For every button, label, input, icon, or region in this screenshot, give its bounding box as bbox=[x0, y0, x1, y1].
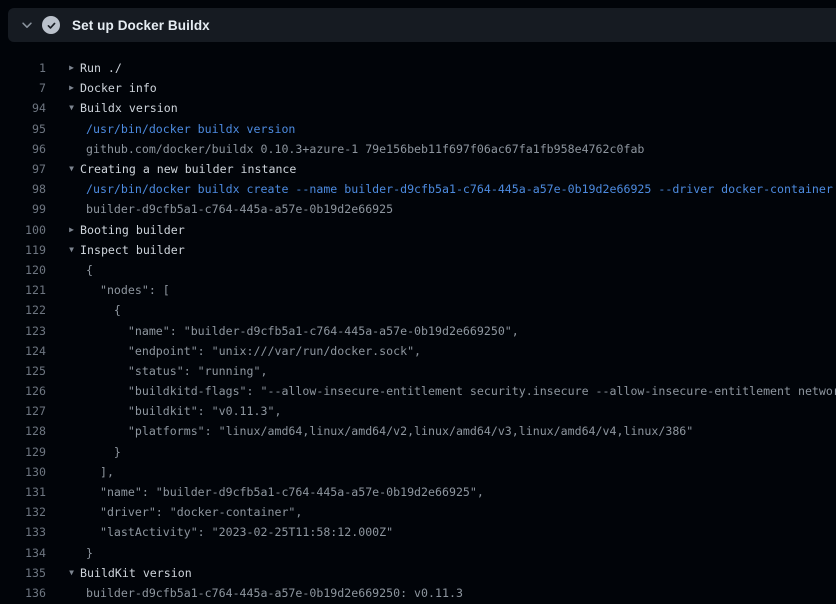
log-line[interactable]: 1 ▶ Run ./ bbox=[0, 58, 836, 78]
log-lines: 1 ▶ Run ./ 7 ▶ Docker info 94 ▼ Buildx v… bbox=[0, 58, 836, 603]
log-text: } bbox=[86, 445, 121, 459]
log-text: Buildx version bbox=[80, 101, 178, 115]
log-text: Booting builder bbox=[80, 223, 185, 237]
log-text: "buildkit": "v0.11.3", bbox=[86, 404, 281, 418]
line-number[interactable]: 130 bbox=[0, 465, 46, 479]
log-text: "name": "builder-d9cfb5a1-c764-445a-a57e… bbox=[86, 324, 519, 338]
log-line[interactable]: 100 ▶ Booting builder bbox=[0, 220, 836, 240]
check-circle-icon bbox=[42, 16, 60, 34]
log-text: github.com/docker/buildx 0.10.3+azure-1 … bbox=[86, 142, 644, 156]
line-number[interactable]: 134 bbox=[0, 546, 46, 560]
line-number[interactable]: 135 bbox=[0, 566, 46, 580]
line-number[interactable]: 127 bbox=[0, 404, 46, 418]
log-line: 123 "name": "builder-d9cfb5a1-c764-445a-… bbox=[0, 320, 836, 340]
line-number[interactable]: 100 bbox=[0, 223, 46, 237]
line-number[interactable]: 126 bbox=[0, 384, 46, 398]
line-number[interactable]: 133 bbox=[0, 525, 46, 539]
log-line: 129 } bbox=[0, 442, 836, 462]
log-line: 133 "lastActivity": "2023-02-25T11:58:12… bbox=[0, 522, 836, 542]
log-line: 130 ], bbox=[0, 462, 836, 482]
log-line[interactable]: 119 ▼ Inspect builder bbox=[0, 240, 836, 260]
log-line[interactable]: 7 ▶ Docker info bbox=[0, 78, 836, 98]
line-number[interactable]: 131 bbox=[0, 485, 46, 499]
log-text: { bbox=[86, 303, 121, 317]
log-text: "name": "builder-d9cfb5a1-c764-445a-a57e… bbox=[86, 485, 484, 499]
log-text: } bbox=[86, 546, 93, 560]
actions-log-panel: Set up Docker Buildx 1 ▶ Run ./ 7 ▶ Dock… bbox=[0, 0, 836, 604]
line-number[interactable]: 120 bbox=[0, 263, 46, 277]
log-text: "lastActivity": "2023-02-25T11:58:12.000… bbox=[86, 525, 393, 539]
log-text: "buildkitd-flags": "--allow-insecure-ent… bbox=[86, 384, 836, 398]
line-number[interactable]: 136 bbox=[0, 586, 46, 600]
log-line[interactable]: 94 ▼ Buildx version bbox=[0, 98, 836, 118]
line-number[interactable]: 119 bbox=[0, 243, 46, 257]
log-line[interactable]: 135 ▼ BuildKit version bbox=[0, 563, 836, 583]
line-number[interactable]: 97 bbox=[0, 162, 46, 176]
collapsed-triangle-icon: ▶ bbox=[46, 220, 80, 240]
expanded-triangle-icon: ▼ bbox=[46, 98, 80, 118]
log-line: 125 "status": "running", bbox=[0, 361, 836, 381]
step-header[interactable]: Set up Docker Buildx bbox=[8, 8, 836, 42]
line-number[interactable]: 99 bbox=[0, 202, 46, 216]
line-number[interactable]: 132 bbox=[0, 505, 46, 519]
log-line: 136 builder-d9cfb5a1-c764-445a-a57e-0b19… bbox=[0, 583, 836, 603]
log-text: /usr/bin/docker buildx create --name bui… bbox=[86, 182, 833, 196]
log-line: 121 "nodes": [ bbox=[0, 280, 836, 300]
log-line: 120 { bbox=[0, 260, 836, 280]
log-text: BuildKit version bbox=[80, 566, 192, 580]
line-number[interactable]: 121 bbox=[0, 283, 46, 297]
line-number[interactable]: 129 bbox=[0, 445, 46, 459]
log-line: 127 "buildkit": "v0.11.3", bbox=[0, 401, 836, 421]
log-line: 128 "platforms": "linux/amd64,linux/amd6… bbox=[0, 421, 836, 441]
step-title: Set up Docker Buildx bbox=[72, 18, 210, 33]
log-text: /usr/bin/docker buildx version bbox=[86, 122, 295, 136]
log-line: 95 /usr/bin/docker buildx version bbox=[0, 119, 836, 139]
log-line: 131 "name": "builder-d9cfb5a1-c764-445a-… bbox=[0, 482, 836, 502]
log-line: 99 builder-d9cfb5a1-c764-445a-a57e-0b19d… bbox=[0, 199, 836, 219]
line-number[interactable]: 94 bbox=[0, 101, 46, 115]
log-text: builder-d9cfb5a1-c764-445a-a57e-0b19d2e6… bbox=[86, 202, 393, 216]
collapsed-triangle-icon: ▶ bbox=[46, 78, 80, 98]
log-text: Inspect builder bbox=[80, 243, 185, 257]
line-number[interactable]: 96 bbox=[0, 142, 46, 156]
chevron-down-icon bbox=[12, 18, 42, 32]
log-line: 96 github.com/docker/buildx 0.10.3+azure… bbox=[0, 139, 836, 159]
line-number[interactable]: 7 bbox=[0, 81, 46, 95]
log-text: ], bbox=[86, 465, 114, 479]
line-number[interactable]: 125 bbox=[0, 364, 46, 378]
log-line: 98 /usr/bin/docker buildx create --name … bbox=[0, 179, 836, 199]
log-text: builder-d9cfb5a1-c764-445a-a57e-0b19d2e6… bbox=[86, 586, 463, 600]
line-number[interactable]: 95 bbox=[0, 122, 46, 136]
log-text: "endpoint": "unix:///var/run/docker.sock… bbox=[86, 344, 421, 358]
expanded-triangle-icon: ▼ bbox=[46, 159, 80, 179]
expanded-triangle-icon: ▼ bbox=[46, 563, 80, 583]
log-text: Creating a new builder instance bbox=[80, 162, 296, 176]
log-text: Docker info bbox=[80, 81, 157, 95]
line-number[interactable]: 98 bbox=[0, 182, 46, 196]
log-text: { bbox=[86, 263, 93, 277]
log-text: "platforms": "linux/amd64,linux/amd64/v2… bbox=[86, 424, 693, 438]
line-number[interactable]: 123 bbox=[0, 324, 46, 338]
expanded-triangle-icon: ▼ bbox=[46, 240, 80, 260]
line-number[interactable]: 122 bbox=[0, 303, 46, 317]
log-line[interactable]: 97 ▼ Creating a new builder instance bbox=[0, 159, 836, 179]
log-line: 124 "endpoint": "unix:///var/run/docker.… bbox=[0, 341, 836, 361]
log-text: Run ./ bbox=[80, 61, 122, 75]
log-line: 132 "driver": "docker-container", bbox=[0, 502, 836, 522]
log-line: 134 } bbox=[0, 543, 836, 563]
line-number[interactable]: 1 bbox=[0, 61, 46, 75]
log-text: "status": "running", bbox=[86, 364, 267, 378]
log-text: "driver": "docker-container", bbox=[86, 505, 302, 519]
log-line: 122 { bbox=[0, 300, 836, 320]
line-number[interactable]: 124 bbox=[0, 344, 46, 358]
log-line: 126 "buildkitd-flags": "--allow-insecure… bbox=[0, 381, 836, 401]
line-number[interactable]: 128 bbox=[0, 424, 46, 438]
collapsed-triangle-icon: ▶ bbox=[46, 58, 80, 78]
log-text: "nodes": [ bbox=[86, 283, 170, 297]
